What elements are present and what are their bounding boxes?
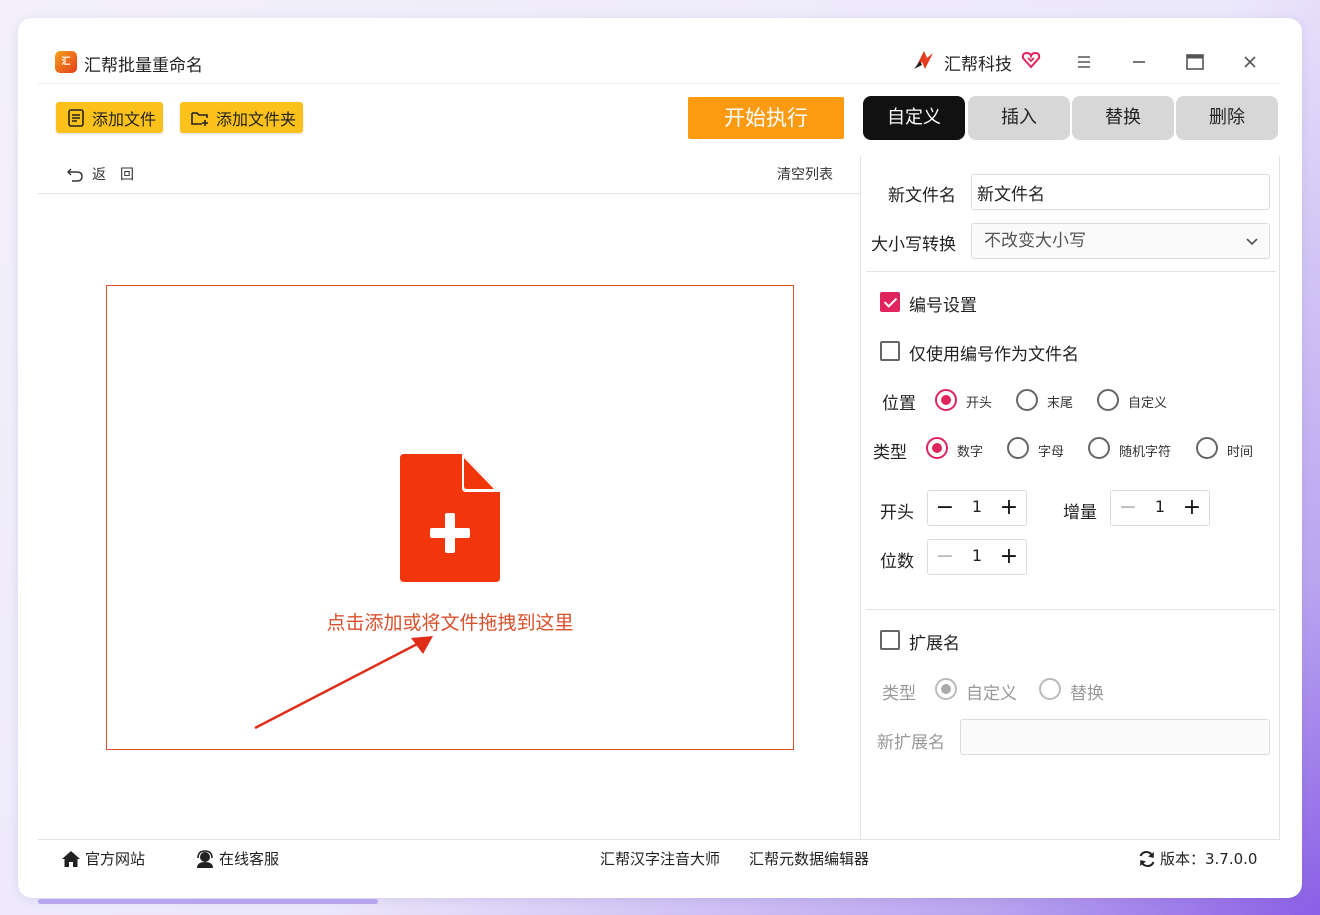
type-radio-letter[interactable] bbox=[1007, 437, 1029, 459]
heart-icon[interactable] bbox=[1021, 50, 1041, 70]
add-file-icon bbox=[400, 454, 500, 582]
version-label: 版本：3.7.0.0 bbox=[1160, 850, 1258, 868]
ext-type-radio-replace[interactable] bbox=[1039, 678, 1061, 700]
arrow-icon bbox=[254, 636, 433, 730]
support-label: 在线客服 bbox=[219, 850, 280, 868]
column-divider bbox=[860, 156, 861, 839]
start-number-label: 开头 bbox=[880, 503, 914, 523]
type-radio-number[interactable] bbox=[926, 437, 948, 459]
tool-link-pinyin[interactable]: 汇帮汉字注音大师 bbox=[600, 848, 720, 869]
tab-insert[interactable]: 插入 bbox=[968, 96, 1070, 140]
type-time-label: 时间 bbox=[1227, 445, 1254, 460]
add-file-label: 添加文件 bbox=[92, 109, 157, 129]
position-radio-start[interactable] bbox=[935, 389, 957, 411]
numbering-checkbox[interactable] bbox=[880, 292, 900, 312]
file-list-icon bbox=[68, 108, 84, 127]
section-divider bbox=[866, 609, 1276, 610]
type-label: 类型 bbox=[873, 443, 907, 463]
start-button[interactable]: 开始执行 bbox=[688, 97, 844, 139]
position-end-label: 末尾 bbox=[1047, 396, 1074, 411]
add-file-button[interactable]: 添加文件 bbox=[56, 102, 163, 133]
brand-logo-icon bbox=[914, 51, 933, 69]
decrement-button[interactable]: − bbox=[1113, 491, 1143, 525]
new-name-label: 新文件名 bbox=[888, 186, 956, 206]
footer-divider bbox=[38, 839, 1280, 840]
horizontal-scrollbar[interactable] bbox=[38, 899, 378, 904]
app-logo: 汇 bbox=[55, 51, 77, 73]
ext-type-replace-label: 替换 bbox=[1070, 684, 1104, 704]
back-button[interactable]: 返回 bbox=[66, 164, 148, 184]
type-radio-time[interactable] bbox=[1196, 437, 1218, 459]
menu-icon[interactable] bbox=[1070, 48, 1098, 76]
new-name-input[interactable] bbox=[971, 174, 1270, 210]
decrement-button[interactable]: − bbox=[930, 540, 960, 574]
version-info[interactable]: 版本：3.7.0.0 bbox=[1138, 848, 1257, 869]
type-number-label: 数字 bbox=[957, 445, 984, 460]
increment-button[interactable]: + bbox=[994, 540, 1024, 574]
tab-delete[interactable]: 删除 bbox=[1176, 96, 1278, 140]
digits-stepper[interactable]: − 1 + bbox=[927, 539, 1027, 575]
extension-checkbox[interactable] bbox=[880, 630, 900, 650]
position-radio-end[interactable] bbox=[1016, 389, 1038, 411]
undo-icon bbox=[67, 168, 83, 182]
increment-stepper[interactable]: − 1 + bbox=[1110, 490, 1210, 526]
position-radio-custom[interactable] bbox=[1097, 389, 1119, 411]
minimize-icon[interactable] bbox=[1125, 48, 1153, 76]
app-title: 汇帮批量重命名 bbox=[84, 56, 203, 76]
tab-custom[interactable]: 自定义 bbox=[863, 96, 965, 140]
ext-type-label: 类型 bbox=[882, 684, 916, 704]
back-label: 返回 bbox=[92, 167, 148, 183]
maximize-icon[interactable] bbox=[1181, 48, 1209, 76]
tab-replace[interactable]: 替换 bbox=[1072, 96, 1174, 140]
increment-button[interactable]: + bbox=[1177, 491, 1207, 525]
case-select[interactable]: 不改变大小写 bbox=[971, 223, 1270, 259]
only-number-checkbox[interactable] bbox=[880, 341, 900, 361]
increment-button[interactable]: + bbox=[994, 491, 1024, 525]
home-icon bbox=[62, 850, 80, 867]
case-label: 大小写转换 bbox=[871, 235, 956, 255]
start-number-stepper[interactable]: − 1 + bbox=[927, 490, 1027, 526]
tool-link-metadata[interactable]: 汇帮元数据编辑器 bbox=[749, 848, 869, 869]
increment-value: 1 bbox=[1154, 497, 1166, 516]
section-divider bbox=[866, 271, 1276, 272]
position-start-label: 开头 bbox=[966, 396, 993, 411]
close-icon[interactable] bbox=[1236, 48, 1264, 76]
case-select-value: 不改变大小写 bbox=[984, 231, 1086, 251]
numbering-label: 编号设置 bbox=[909, 296, 977, 316]
folder-add-icon bbox=[191, 111, 208, 126]
digits-value: 1 bbox=[971, 546, 983, 565]
brand-name: 汇帮科技 bbox=[944, 55, 1012, 75]
type-radio-random[interactable] bbox=[1088, 437, 1110, 459]
website-label: 官方网站 bbox=[85, 850, 146, 868]
new-ext-label: 新扩展名 bbox=[877, 733, 945, 753]
website-link[interactable]: 官方网站 bbox=[61, 848, 145, 869]
type-letter-label: 字母 bbox=[1038, 445, 1065, 460]
drop-hint: 点击添加或将文件拖拽到这里 bbox=[326, 612, 574, 634]
extension-label: 扩展名 bbox=[909, 634, 960, 654]
chevron-down-icon bbox=[1246, 238, 1258, 246]
refresh-icon bbox=[1139, 850, 1155, 867]
type-random-label: 随机字符 bbox=[1119, 445, 1172, 460]
position-custom-label: 自定义 bbox=[1128, 396, 1168, 411]
decrement-button[interactable]: − bbox=[930, 491, 960, 525]
position-label: 位置 bbox=[882, 394, 916, 414]
ext-type-radio-custom[interactable] bbox=[935, 678, 957, 700]
add-folder-label: 添加文件夹 bbox=[216, 109, 297, 129]
start-number-value: 1 bbox=[971, 497, 983, 516]
customer-service-icon bbox=[197, 849, 213, 868]
new-ext-input[interactable] bbox=[960, 719, 1270, 755]
digits-label: 位数 bbox=[880, 552, 914, 572]
title-bar: 汇 汇帮批量重命名 汇帮科技 bbox=[38, 40, 1280, 84]
add-folder-button[interactable]: 添加文件夹 bbox=[180, 102, 303, 133]
only-number-label: 仅使用编号作为文件名 bbox=[909, 345, 1079, 365]
ext-type-custom-label: 自定义 bbox=[966, 684, 1017, 704]
clear-list-button[interactable]: 清空列表 bbox=[777, 164, 833, 184]
list-header-divider bbox=[38, 193, 860, 194]
support-link[interactable]: 在线客服 bbox=[195, 848, 279, 869]
file-drop-zone[interactable]: 点击添加或将文件拖拽到这里 bbox=[106, 285, 794, 750]
increment-label: 增量 bbox=[1063, 503, 1097, 523]
